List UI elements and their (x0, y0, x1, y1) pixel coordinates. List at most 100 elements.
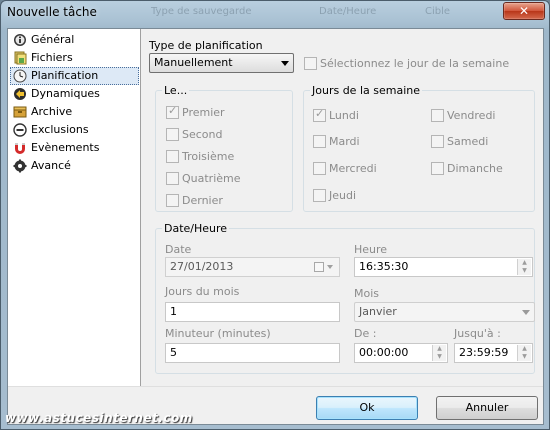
timer-label: Minuteur (minutes) (165, 327, 271, 340)
window-title: Nouvelle tâche (7, 5, 97, 19)
weekday-label: Samedi (447, 135, 489, 148)
date-value: 27/01/2013 (170, 260, 234, 273)
spin-down-icon[interactable]: ▼ (433, 353, 446, 361)
dialog-window: Nouvelle tâche Type de sauvegarde Date/H… (0, 0, 550, 430)
schedule-type-select[interactable]: Manuellement (149, 53, 294, 73)
weekday-label: Lundi (329, 109, 359, 122)
month-select[interactable]: Janvier (354, 302, 535, 322)
weekday-checkbox-wednesday[interactable] (313, 162, 326, 175)
nav-item-general[interactable]: Général (10, 31, 139, 49)
occurrence-label: Second (182, 128, 223, 141)
to-time-spinner[interactable]: ▲ ▼ (517, 345, 531, 361)
background-text: Date/Heure (319, 6, 377, 17)
cancel-button[interactable]: Annuler (436, 396, 538, 420)
nav-item-planification[interactable]: Planification (10, 67, 139, 85)
weekday-checkbox-friday[interactable] (431, 109, 444, 122)
ok-button[interactable]: Ok (316, 396, 418, 420)
watermark: www.astucesinternet.com (5, 411, 193, 425)
nav-item-archive[interactable]: Archive (10, 103, 139, 121)
date-label: Date (165, 243, 192, 256)
from-label: De : (354, 327, 377, 340)
time-spinner[interactable]: ▲ ▼ (517, 259, 531, 275)
weekday-label: Jeudi (329, 189, 357, 202)
occurrence-checkbox-third[interactable] (166, 150, 179, 163)
days-of-month-label: Jours du mois (165, 285, 240, 298)
occurrence-group-title: Le... (162, 84, 190, 97)
nav-item-label: Fichiers (31, 51, 73, 64)
weekday-checkbox-tuesday[interactable] (313, 135, 326, 148)
nav-item-files[interactable]: Fichiers (10, 49, 139, 67)
gear-icon (13, 159, 27, 173)
date-picker[interactable]: 27/01/2013 (165, 257, 340, 277)
weekday-checkbox-thursday[interactable] (313, 189, 326, 202)
chevron-down-icon (327, 265, 333, 269)
timer-input[interactable]: 5 (165, 343, 340, 363)
occurrence-label: Quatrième (182, 172, 241, 185)
nav-item-label: Exclusions (31, 123, 89, 136)
spin-down-icon[interactable]: ▼ (518, 267, 531, 275)
datetime-group-title: Date/Heure (162, 222, 230, 235)
to-label: Jusqu'à : (454, 327, 501, 340)
select-weekday-checkbox[interactable] (304, 57, 317, 70)
from-time-value: 00:00:00 (359, 346, 409, 359)
days-of-month-input[interactable]: 1 (165, 302, 340, 322)
to-time-value: 23:59:59 (459, 346, 509, 359)
from-time-input[interactable]: 00:00:00 ▲ ▼ (354, 343, 448, 363)
month-value: Janvier (359, 305, 397, 318)
time-value: 16:35:30 (359, 260, 409, 273)
occurrence-checkbox-first[interactable] (166, 104, 179, 119)
time-input[interactable]: 16:35:30 ▲ ▼ (354, 257, 533, 277)
weekday-checkbox-saturday[interactable] (431, 135, 444, 148)
close-icon: ✕ (518, 4, 530, 18)
weekday-label: Vendredi (447, 109, 496, 122)
scheduling-panel: Type de planification Manuellement Sélec… (142, 29, 543, 386)
weekday-label: Mercredi (329, 162, 377, 175)
timer-value: 5 (170, 346, 177, 359)
background-text: Type de sauvegarde (151, 6, 252, 17)
spin-up-icon[interactable]: ▲ (433, 345, 446, 353)
nav-item-events[interactable]: Evènements (10, 139, 139, 157)
magnet-icon (15, 143, 25, 154)
exclusion-icon (13, 123, 27, 137)
occurrence-checkbox-second[interactable] (166, 128, 179, 141)
schedule-type-label: Type de planification (149, 39, 263, 52)
weekdays-group-title: Jours de la semaine (310, 84, 422, 97)
nav-item-label: Planification (31, 69, 99, 82)
nav-item-dynamics[interactable]: Dynamiques (10, 85, 139, 103)
nav-item-advanced[interactable]: Avancé (10, 157, 139, 175)
weekday-checkbox-sunday[interactable] (431, 162, 444, 175)
occurrence-checkbox-last[interactable] (166, 194, 179, 207)
spin-up-icon[interactable]: ▲ (518, 259, 531, 267)
occurrence-label: Dernier (182, 194, 223, 207)
files-icon (14, 51, 27, 65)
to-time-input[interactable]: 23:59:59 ▲ ▼ (454, 343, 533, 363)
weekday-label: Mardi (329, 135, 360, 148)
clock-icon (13, 69, 27, 83)
close-button[interactable]: ✕ (503, 2, 545, 20)
info-icon (14, 34, 26, 46)
calendar-icon (314, 262, 324, 272)
category-list: Général Fichiers Planification Dynamique… (8, 29, 141, 386)
from-time-spinner[interactable]: ▲ ▼ (432, 345, 446, 361)
dynamics-icon (14, 88, 26, 100)
spin-down-icon[interactable]: ▼ (518, 353, 531, 361)
nav-item-label: Evènements (31, 141, 100, 154)
weekday-label: Dimanche (447, 162, 503, 175)
weekdays-group: Jours de la semaine Lundi Mardi Mercredi… (303, 84, 535, 212)
month-label: Mois (354, 287, 380, 300)
dialog-client: Général Fichiers Planification Dynamique… (7, 28, 544, 425)
occurrence-label: Premier (182, 106, 225, 119)
weekday-checkbox-monday[interactable] (313, 107, 326, 122)
schedule-type-value: Manuellement (154, 56, 233, 69)
chevron-down-icon (281, 61, 289, 66)
background-text: Cible (425, 6, 451, 17)
select-weekday-label: Sélectionnez le jour de la semaine (320, 57, 510, 70)
nav-item-label: Avancé (31, 159, 71, 172)
calendar-dropdown[interactable] (312, 259, 338, 275)
title-bar[interactable]: Nouvelle tâche Type de sauvegarde Date/H… (1, 1, 549, 27)
datetime-group: Date/Heure Date 27/01/2013 Heure 16:35:3… (155, 222, 535, 374)
nav-item-exclusions[interactable]: Exclusions (10, 121, 139, 139)
chevron-down-icon (522, 310, 530, 315)
occurrence-checkbox-fourth[interactable] (166, 172, 179, 185)
spin-up-icon[interactable]: ▲ (518, 345, 531, 353)
